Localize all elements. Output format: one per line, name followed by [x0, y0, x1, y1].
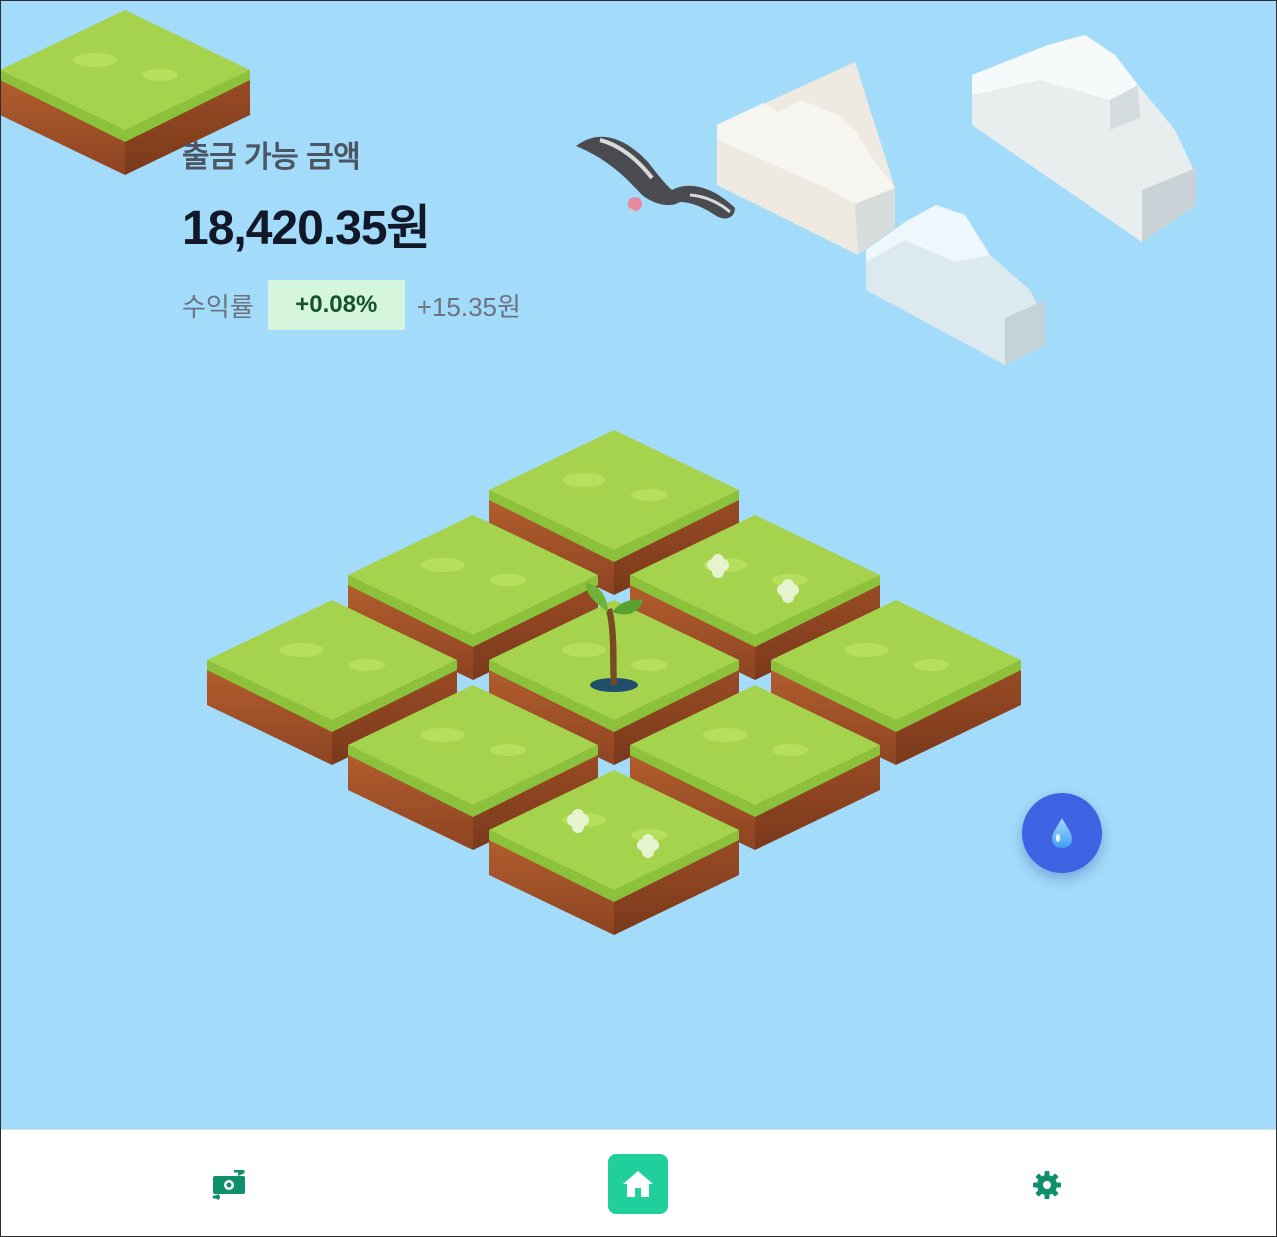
balance-amount: 18,420.35원	[182, 202, 431, 255]
bird-icon	[576, 136, 735, 219]
cloud-small	[717, 62, 895, 255]
balance-label: 출금 가능 금액	[182, 141, 361, 174]
cloud-large	[972, 35, 1196, 242]
nav-exchange-button[interactable]	[200, 1156, 258, 1214]
return-rate-row: 수익률 +0.08% +15.35원	[182, 280, 521, 330]
water-button[interactable]	[1022, 793, 1102, 873]
nav-home-button[interactable]	[608, 1154, 668, 1214]
water-drop-icon	[1052, 818, 1072, 848]
nav-settings-button[interactable]	[1018, 1156, 1076, 1214]
return-rate-label: 수익률	[182, 291, 254, 322]
return-rate-badge: +0.08%	[267, 280, 405, 330]
balance-panel: 출금 가능 금액 18,420.35원 수익률 +0.08% +15.35원	[182, 132, 521, 330]
money-exchange-icon	[212, 1170, 245, 1200]
gear-icon	[1033, 1171, 1061, 1199]
bottom-nav	[0, 1129, 1277, 1237]
return-amount: +15.35원	[416, 291, 521, 322]
home-icon	[623, 1171, 653, 1197]
